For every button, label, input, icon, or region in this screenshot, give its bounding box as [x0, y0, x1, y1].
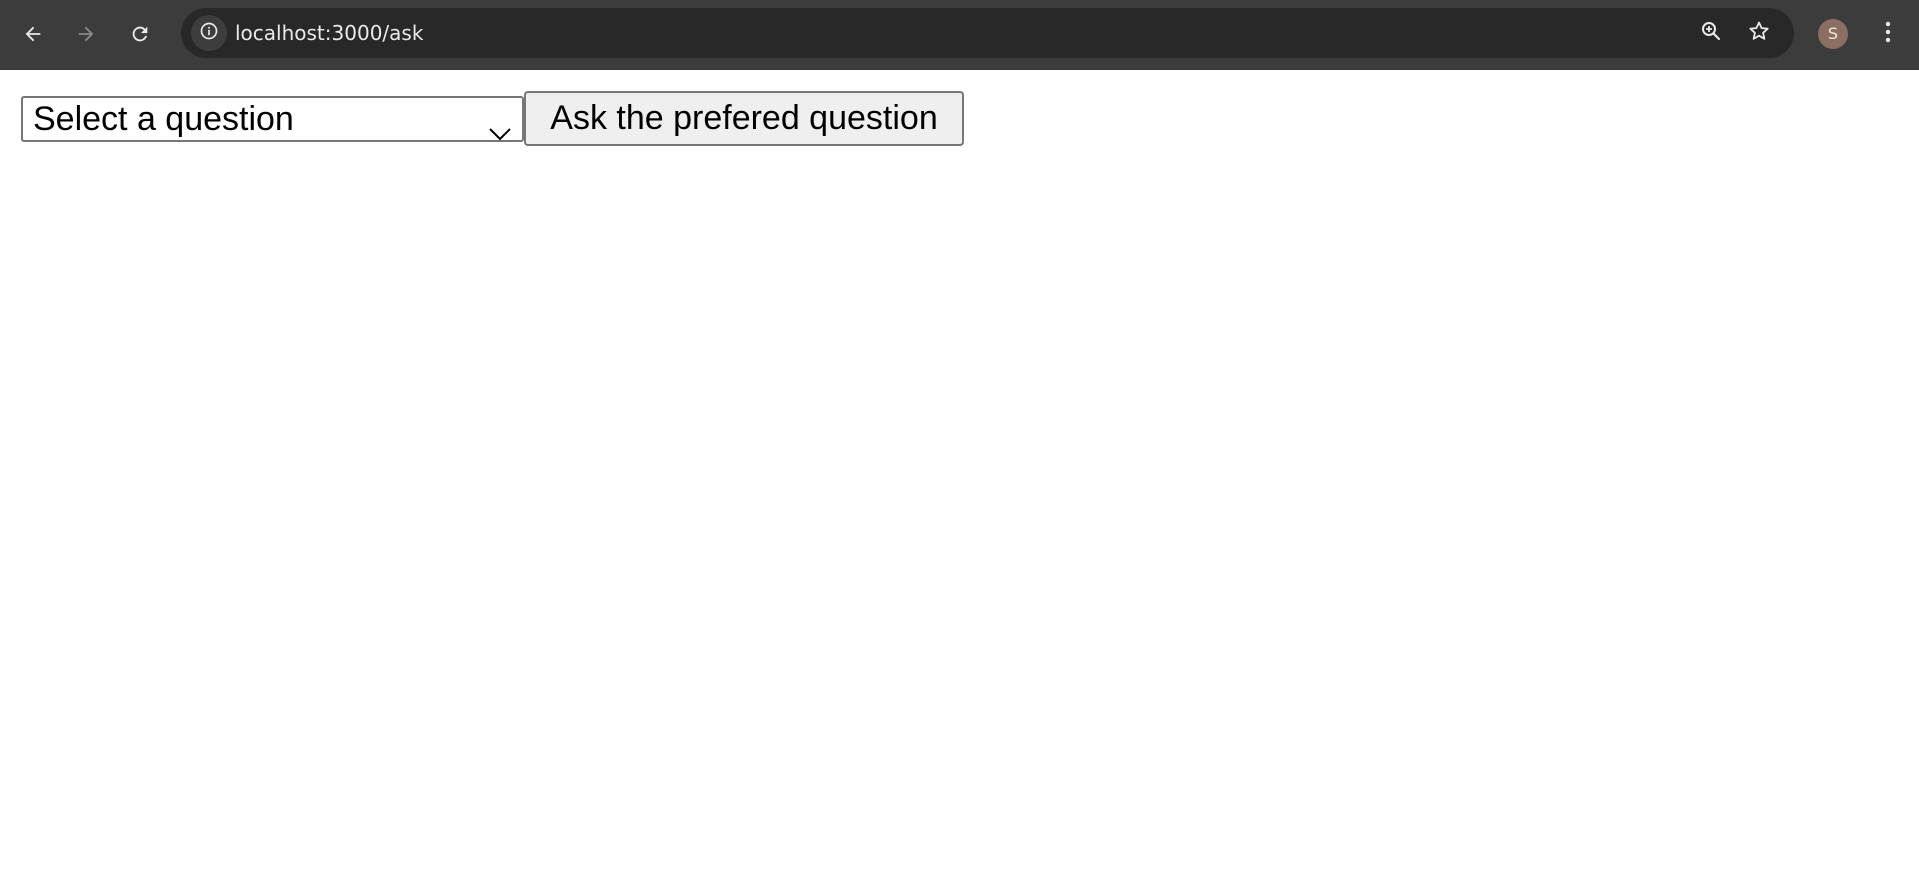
site-info-button[interactable] — [191, 15, 227, 51]
back-button[interactable] — [13, 14, 53, 54]
star-icon — [1747, 19, 1771, 48]
profile-avatar[interactable]: S — [1818, 19, 1848, 49]
forward-button[interactable] — [66, 14, 106, 54]
bookmark-button[interactable] — [1743, 17, 1775, 49]
address-bar[interactable]: localhost:3000/ask — [181, 8, 1794, 58]
url-text[interactable]: localhost:3000/ask — [235, 8, 423, 58]
reload-button[interactable] — [120, 14, 160, 54]
ask-question-button[interactable]: Ask the prefered question — [524, 91, 964, 146]
zoom-in-icon — [1699, 19, 1723, 48]
arrow-right-icon — [75, 23, 97, 45]
zoom-button[interactable] — [1695, 17, 1727, 49]
arrow-left-icon — [22, 23, 44, 45]
page-content: Select a question Ask the prefered quest… — [0, 70, 1919, 896]
kebab-menu-icon — [1884, 20, 1892, 49]
browser-toolbar: localhost:3000/ask S — [0, 0, 1919, 70]
browser-menu-button[interactable] — [1868, 14, 1908, 54]
info-icon — [199, 21, 219, 46]
question-select[interactable]: Select a question — [21, 96, 524, 142]
chevron-down-icon — [488, 110, 512, 152]
select-value: Select a question — [33, 100, 294, 138]
reload-icon — [129, 23, 151, 45]
